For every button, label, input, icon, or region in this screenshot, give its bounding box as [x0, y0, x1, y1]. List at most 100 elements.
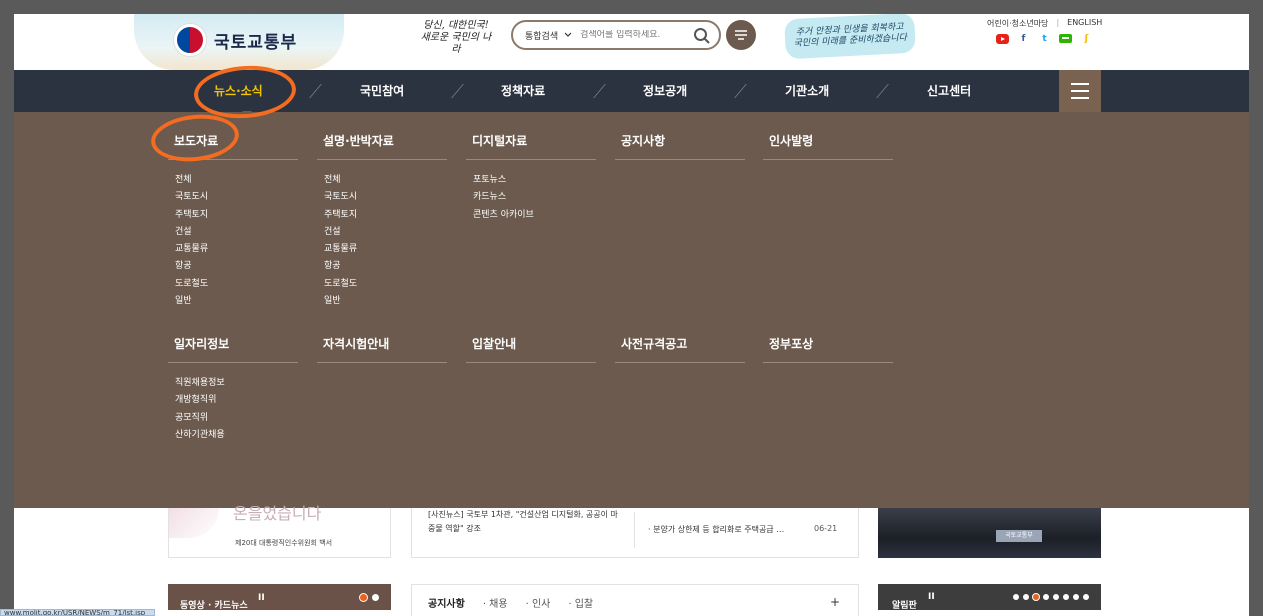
pause-icon[interactable]: II — [928, 592, 935, 602]
menu-link[interactable]: 개방형직위 — [175, 392, 298, 409]
notice-board-title: 알림판 — [892, 601, 917, 611]
menu-title[interactable]: 정부포상 — [763, 335, 893, 363]
menu-link[interactable]: 일반 — [175, 293, 298, 310]
tab-notice[interactable]: 공지사항 — [428, 595, 465, 616]
photo-news[interactable]: 국토교통부 — [878, 508, 1101, 558]
slide-dot[interactable] — [1023, 594, 1029, 600]
detail-search-button[interactable] — [726, 20, 756, 50]
menu-link[interactable]: 교통물류 — [324, 241, 447, 258]
facebook-icon[interactable]: f — [1017, 34, 1030, 45]
menu-link[interactable]: 도로철도 — [324, 276, 447, 293]
menu-link[interactable]: 항공 — [324, 258, 447, 275]
blog-icon[interactable] — [1059, 34, 1072, 45]
menu-column-bidding: 입찰안내 — [466, 335, 596, 363]
menu-title[interactable]: 일자리정보 — [168, 335, 298, 363]
promo-banner[interactable]: 주거 안정과 민생을 회복하고 국민의 미래를 준비하겠습니다 — [784, 14, 916, 60]
menu-link[interactable]: 전체 — [175, 172, 298, 189]
slogan: 당신, 대한민국! 새로운 국민의 나라 — [419, 20, 493, 56]
kids-link[interactable]: 어린이·청소년마당 — [987, 18, 1048, 29]
government-emblem-icon — [174, 24, 206, 56]
menu-link[interactable]: 포토뉴스 — [473, 172, 596, 189]
nav-policy[interactable]: 정책자료 — [501, 70, 545, 112]
slide-dot[interactable] — [1053, 594, 1059, 600]
utility-divider: | — [1056, 18, 1060, 27]
kakaostory-icon[interactable]: ʃ — [1080, 34, 1093, 45]
tab-bidding-label: 입찰 — [574, 599, 594, 610]
nav-news[interactable]: 뉴스·소식 — [214, 70, 263, 112]
menu-title[interactable]: 인사발령 — [763, 132, 893, 160]
hamburger-line — [1071, 90, 1089, 92]
menu-link[interactable]: 카드뉴스 — [473, 189, 596, 206]
slide-dot[interactable] — [372, 594, 379, 601]
nav-participation[interactable]: 국민참여 — [360, 70, 404, 112]
tab-personnel[interactable]: · 인사 — [526, 595, 551, 616]
menu-links: 전체 국토도시 주택토지 건설 교통물류 항공 도로철도 일반 — [317, 160, 447, 310]
nav-report[interactable]: 신고센터 — [927, 70, 971, 112]
tab-bidding[interactable]: · 입찰 — [568, 595, 593, 616]
menu-link[interactable]: 직원채용정보 — [175, 375, 298, 392]
mega-menu: 보도자료 전체 국토도시 주택토지 건설 교통물류 항공 도로철도 일반 설명·… — [14, 112, 1249, 508]
video-card-news-header: 동영상 · 카드뉴스 II — [168, 584, 391, 611]
site-logo[interactable]: 국토교통부 — [174, 22, 297, 58]
search-icon[interactable] — [693, 27, 711, 45]
menu-link[interactable]: 도로철도 — [175, 276, 298, 293]
menu-column-exams: 자격시험안내 — [317, 335, 447, 363]
menu-links: 직원채용정보 개방형직위 공모직위 산하기관채용 — [168, 363, 298, 444]
menu-link[interactable]: 일반 — [324, 293, 447, 310]
menu-link[interactable]: 국토도시 — [324, 189, 447, 206]
slide-dot[interactable] — [1083, 594, 1089, 600]
news-list-item-title: 분양가 상한제 등 합리화로 주택공급 … — [653, 525, 785, 534]
menu-title[interactable]: 보도자료 — [168, 132, 298, 160]
menu-title[interactable]: 공지사항 — [615, 132, 745, 160]
menu-column-digital: 디지털자료 포토뉴스 카드뉴스 콘텐츠 아카이브 — [466, 132, 596, 224]
menu-link[interactable]: 주택토지 — [324, 207, 447, 224]
menu-title[interactable]: 입찰안내 — [466, 335, 596, 363]
news-card: [사진뉴스] 국토부 1차관, "건설산업 디지털화, 공공이 마중물 역할" … — [411, 508, 859, 558]
menu-link[interactable]: 항공 — [175, 258, 298, 275]
menu-link[interactable]: 산하기관채용 — [175, 427, 298, 444]
menu-link[interactable]: 건설 — [324, 224, 447, 241]
banner-graphic — [169, 508, 219, 538]
slide-dot[interactable] — [1013, 594, 1019, 600]
youtube-icon[interactable] — [996, 34, 1009, 45]
menu-title[interactable]: 설명·반박자료 — [317, 132, 447, 160]
tab-hiring[interactable]: · 채용 — [483, 595, 508, 616]
slide-dot[interactable] — [1063, 594, 1069, 600]
menu-title[interactable]: 사전규격공고 — [615, 335, 745, 363]
slide-dot[interactable] — [1033, 594, 1039, 600]
slide-dot[interactable] — [1043, 594, 1049, 600]
menu-link[interactable]: 콘텐츠 아카이브 — [473, 207, 596, 224]
pause-icon[interactable]: II — [258, 593, 265, 603]
chevron-down-icon — [564, 32, 572, 37]
nav-about[interactable]: 기관소개 — [785, 70, 829, 112]
english-link[interactable]: ENGLISH — [1067, 18, 1102, 29]
nav-disclosure[interactable]: 정보공개 — [643, 70, 687, 112]
menu-title[interactable]: 자격시험안내 — [317, 335, 447, 363]
twitter-icon[interactable]: t — [1038, 34, 1051, 45]
nav-divider — [725, 84, 747, 98]
menu-title[interactable]: 디지털자료 — [466, 132, 596, 160]
menu-link[interactable]: 건설 — [175, 224, 298, 241]
list-filter-icon — [735, 30, 747, 40]
menu-link[interactable]: 국토도시 — [175, 189, 298, 206]
search-input[interactable] — [580, 30, 685, 40]
whitepaper-banner[interactable]: 온을었습니다 제20대 대통령직인수위원회 백서 — [168, 504, 391, 558]
menu-link[interactable]: 주택토지 — [175, 207, 298, 224]
menu-link[interactable]: 전체 — [324, 172, 447, 189]
nav-divider — [442, 84, 464, 98]
slide-dot[interactable] — [360, 594, 367, 601]
menu-column-rebuttal: 설명·반박자료 전체 국토도시 주택토지 건설 교통물류 항공 도로철도 일반 — [317, 132, 447, 310]
search-scope-select[interactable]: 통합검색 — [525, 29, 572, 42]
utility-links: 어린이·청소년마당 | ENGLISH — [987, 18, 1102, 29]
menu-link[interactable]: 공모직위 — [175, 410, 298, 427]
search-box: 통합검색 — [511, 20, 721, 50]
sitemap-menu-button[interactable] — [1059, 70, 1101, 112]
notice-tabs: 공지사항 · 채용 · 인사 · 입찰 + — [411, 584, 859, 616]
menu-link[interactable]: 교통물류 — [175, 241, 298, 258]
slide-dot[interactable] — [1073, 594, 1079, 600]
news-headline[interactable]: [사진뉴스] 국토부 1차관, "건설산업 디지털화, 공공이 마중물 역할" … — [428, 508, 624, 536]
video-card-news-title: 동영상 · 카드뉴스 — [180, 601, 248, 611]
more-plus-icon[interactable]: + — [830, 595, 840, 609]
logo-text: 국토교통부 — [214, 32, 298, 53]
news-list-item[interactable]: · 분양가 상한제 등 합리화로 주택공급 … — [648, 524, 784, 535]
